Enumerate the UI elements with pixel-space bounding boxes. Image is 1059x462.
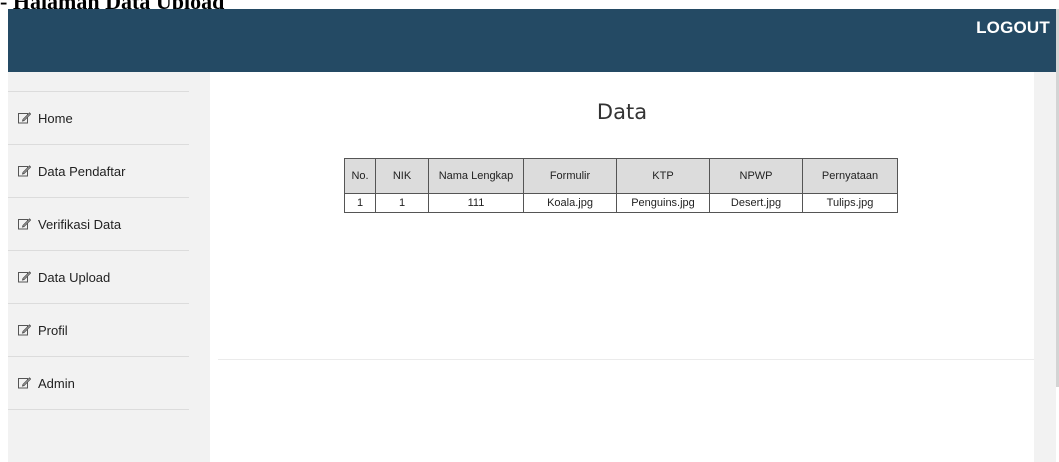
table-cell-npwp: Desert.jpg: [709, 193, 803, 213]
sidebar-item-data-upload[interactable]: Data Upload: [8, 250, 189, 303]
page-title: Data: [596, 100, 648, 124]
sidebar: Home Data Pendaftar Verifikasi Data Data…: [8, 91, 189, 410]
edit-icon: [18, 165, 31, 177]
table-cell-nik: 1: [375, 193, 429, 213]
sidebar-item-verifikasi-data[interactable]: Verifikasi Data: [8, 197, 189, 250]
column-header-no: No.: [344, 158, 376, 194]
sidebar-item-home[interactable]: Home: [8, 91, 189, 144]
column-header-npwp: NPWP: [709, 158, 803, 194]
top-bar: LOGOUT: [8, 9, 1056, 72]
data-table: No. NIK Nama Lengkap Formulir KTP NPWP P…: [344, 158, 898, 213]
table-header-row: No. NIK Nama Lengkap Formulir KTP NPWP P…: [344, 158, 898, 194]
column-header-nama-lengkap: Nama Lengkap: [428, 158, 524, 194]
edit-icon: [18, 377, 31, 389]
edit-icon: [18, 271, 31, 283]
app-window: LOGOUT Home Data Pendaftar Verifikasi Da…: [8, 9, 1056, 462]
sidebar-item-data-pendaftar[interactable]: Data Pendaftar: [8, 144, 189, 197]
edit-icon: [18, 112, 31, 124]
sidebar-item-label: Admin: [38, 375, 75, 391]
sidebar-item-label: Home: [38, 110, 73, 126]
table-cell-ktp: Penguins.jpg: [616, 193, 710, 213]
main-content: Data No. NIK Nama Lengkap Formulir KTP N…: [210, 72, 1034, 462]
edit-icon: [18, 324, 31, 336]
logout-button[interactable]: LOGOUT: [976, 18, 1050, 38]
table-cell-formulir: Koala.jpg: [523, 193, 617, 213]
table-row: 1 1 111 Koala.jpg Penguins.jpg Desert.jp…: [344, 193, 898, 213]
column-header-nik: NIK: [375, 158, 429, 194]
edit-icon: [18, 218, 31, 230]
sidebar-item-label: Data Pendaftar: [38, 163, 126, 179]
content-divider: [218, 359, 1034, 360]
sidebar-item-label: Profil: [38, 322, 68, 338]
table-cell-no: 1: [344, 193, 376, 213]
column-header-formulir: Formulir: [523, 158, 617, 194]
column-header-ktp: KTP: [616, 158, 710, 194]
column-header-pernyataan: Pernyataan: [802, 158, 898, 194]
sidebar-item-admin[interactable]: Admin: [8, 356, 189, 410]
table-cell-pernyataan: Tulips.jpg: [802, 193, 898, 213]
sidebar-item-label: Data Upload: [38, 269, 111, 285]
sidebar-item-profil[interactable]: Profil: [8, 303, 189, 356]
sidebar-item-label: Verifikasi Data: [38, 216, 122, 232]
table-cell-nama-lengkap: 111: [428, 193, 524, 213]
